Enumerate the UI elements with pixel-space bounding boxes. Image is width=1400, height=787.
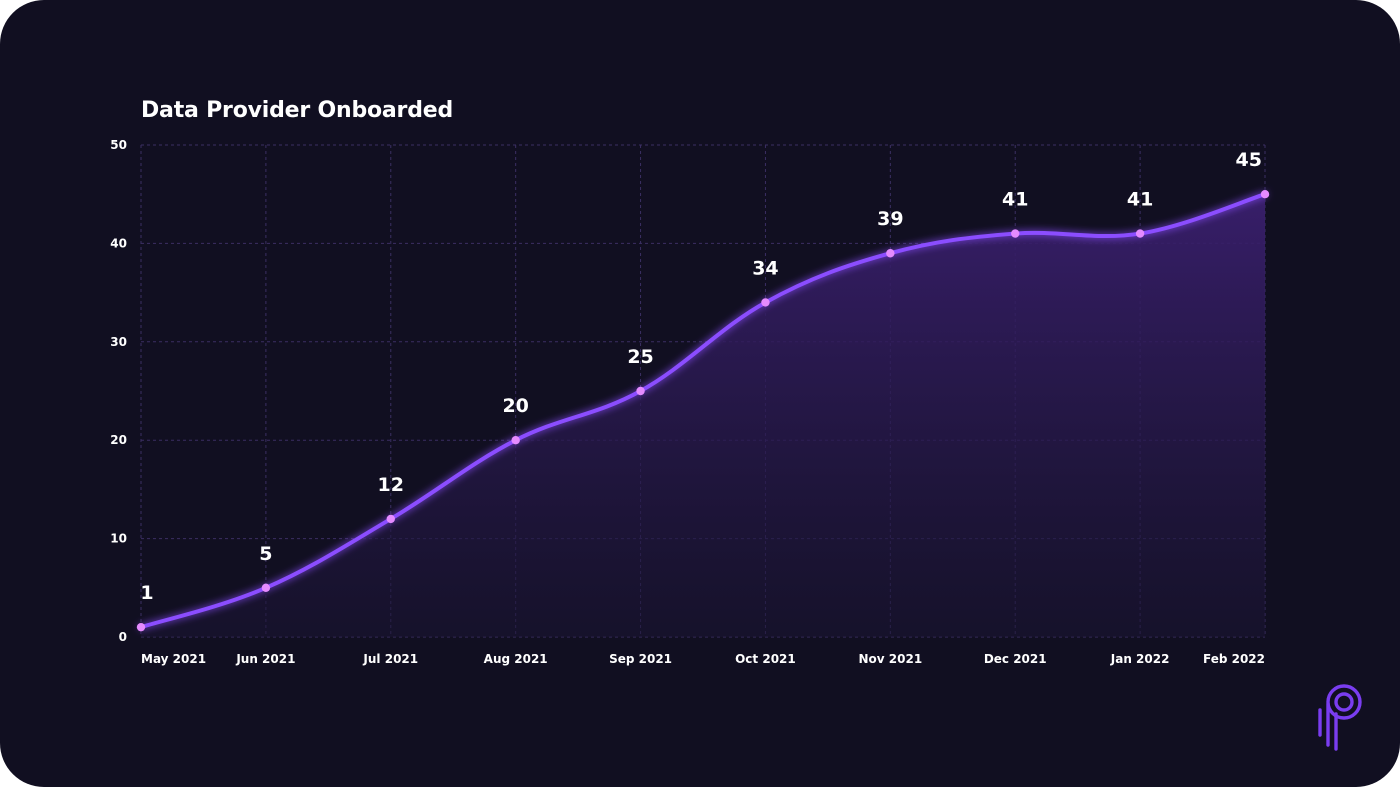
data-point [261, 583, 271, 592]
x-tick-label: Jul 2021 [362, 652, 418, 666]
data-point [511, 436, 520, 445]
y-tick-label: 30 [110, 335, 127, 349]
line-area-chart: 0 10 20 30 40 50 May 2021 Jun 2021 Jul 2021 Aug … [110, 138, 1270, 666]
data-label: 25 [627, 346, 653, 368]
x-tick-label: May 2021 [141, 652, 206, 666]
x-tick-label: Jun 2021 [235, 652, 295, 666]
x-tick-label: Feb 2022 [1203, 652, 1265, 666]
x-tick-label: Aug 2021 [484, 652, 548, 666]
data-point [1260, 190, 1270, 199]
y-tick-label: 10 [110, 532, 127, 546]
area-fill-path [141, 194, 1265, 637]
data-label: 41 [1002, 189, 1028, 211]
x-tick-label: Nov 2021 [858, 652, 922, 666]
x-tick-label: Sep 2021 [609, 652, 672, 666]
data-point [1135, 229, 1145, 238]
data-point [886, 249, 895, 258]
x-tick-label: Jan 2022 [1110, 652, 1170, 666]
x-axis-ticks: May 2021 Jun 2021 Jul 2021 Aug 2021 Sep 2021… [141, 652, 1265, 666]
p-logo-icon [1318, 684, 1362, 751]
y-tick-label: 20 [110, 433, 127, 447]
x-tick-label: Dec 2021 [984, 652, 1047, 666]
data-point [1011, 229, 1020, 238]
y-tick-label: 50 [110, 138, 127, 152]
data-label: 39 [877, 208, 903, 230]
data-label: 1 [140, 582, 153, 604]
chart-card: Data Provider Onboarded 0 10 20 30 40 50 May … [0, 0, 1400, 787]
data-label: 20 [502, 395, 528, 417]
data-label: 45 [1236, 149, 1262, 171]
y-axis-ticks: 0 10 20 30 40 50 [110, 138, 127, 644]
data-label: 5 [259, 543, 272, 565]
y-tick-label: 40 [110, 236, 127, 250]
data-label: 41 [1127, 189, 1153, 211]
data-point [761, 298, 770, 307]
data-point [136, 622, 146, 632]
data-label: 12 [378, 474, 404, 496]
x-tick-label: Oct 2021 [735, 652, 796, 666]
data-point [386, 514, 395, 524]
data-point [636, 386, 645, 396]
data-label: 34 [752, 257, 778, 279]
y-tick-label: 0 [119, 630, 127, 644]
area-fill [141, 194, 1265, 637]
